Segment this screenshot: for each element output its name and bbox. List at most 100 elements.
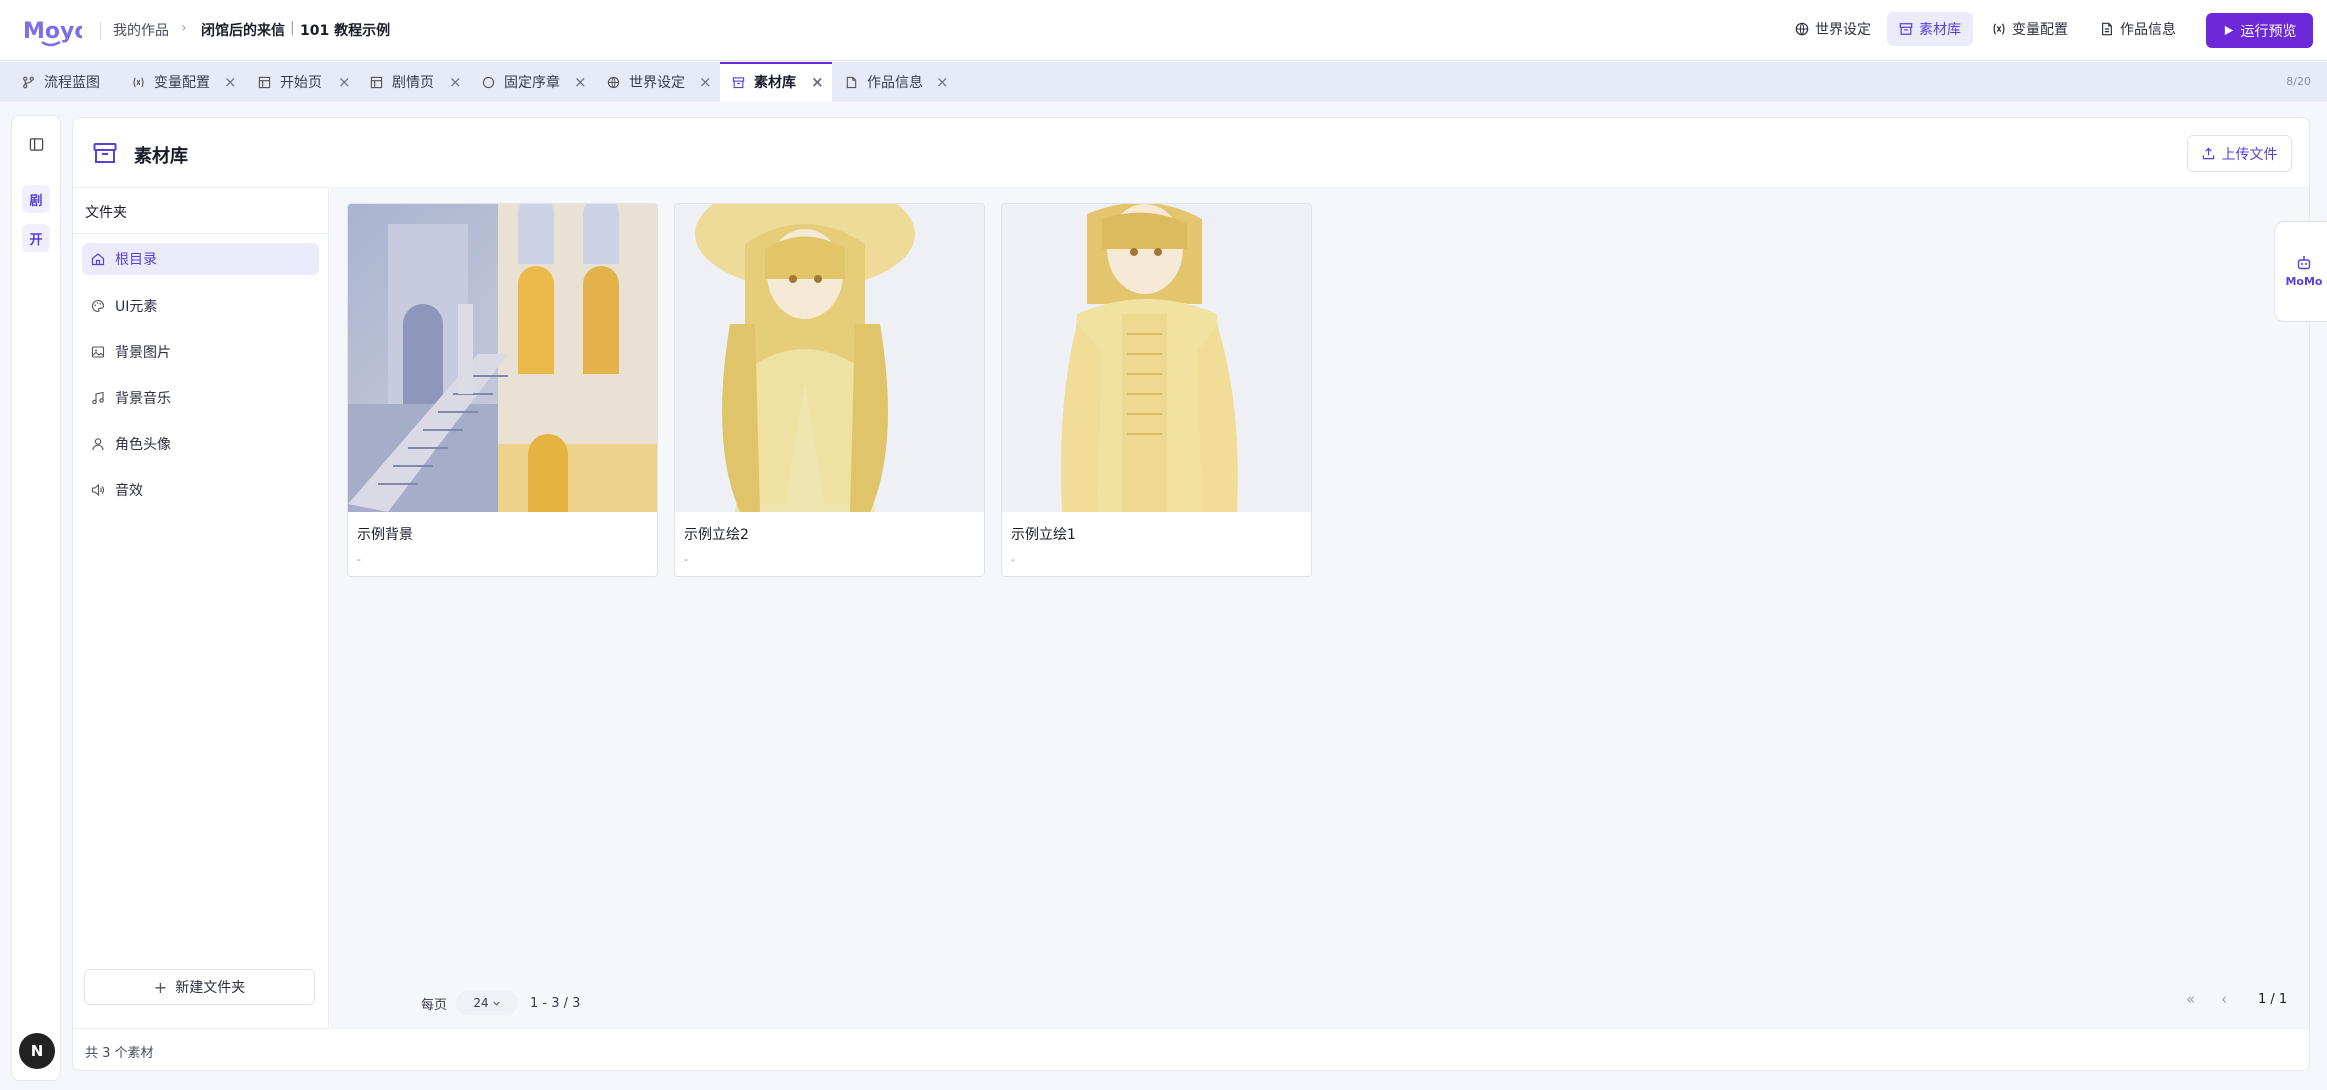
folder-item-label: 背景图片 [115, 345, 171, 361]
tab-variable-config[interactable]: 变量配置 × [132, 62, 242, 102]
nav-work-info-label: 作品信息 [2120, 22, 2176, 38]
asset-subtitle: - [684, 553, 688, 566]
sidebar-toggle-button[interactable] [22, 130, 50, 158]
folder-item-ui-elements[interactable]: UI元素 [82, 290, 319, 322]
branch-icon [23, 76, 34, 88]
layout-icon [258, 76, 271, 88]
close-icon[interactable]: × [574, 73, 587, 91]
first-page-icon[interactable]: « [2186, 990, 2195, 1008]
globe-icon [607, 76, 620, 88]
breadcrumb-project[interactable]: 闭馆后的来信 [201, 20, 285, 40]
folder-item-label: 角色头像 [115, 437, 171, 453]
folder-item-label: UI元素 [115, 299, 158, 315]
close-icon[interactable]: × [338, 73, 351, 91]
new-folder-label: 新建文件夹 [175, 980, 246, 996]
mini-sidebar: 剧 开 N [11, 115, 61, 1081]
tab-start-page[interactable]: 开始页 × [258, 62, 351, 102]
tab-fixed-prologue-label: 固定序章 [504, 75, 560, 91]
folder-item-background-images[interactable]: 背景图片 [82, 336, 319, 368]
breadcrumb-example: 101 教程示例 [300, 23, 391, 39]
breadcrumb-divider [100, 22, 101, 40]
tab-world-settings-label: 世界设定 [629, 75, 685, 91]
asset-thumbnail-background[interactable] [348, 204, 657, 512]
folder-title: 文件夹 [73, 188, 328, 234]
asset-card[interactable]: 示例立绘1 - [1001, 203, 1312, 577]
tab-asset-library[interactable]: 素材库 × [720, 62, 832, 102]
folder-item-label: 音效 [115, 483, 143, 499]
nav-work-info[interactable]: 作品信息 [2088, 12, 2188, 46]
folder-item-label: 根目录 [115, 252, 157, 268]
speaker-icon [91, 483, 105, 497]
archive-icon [732, 76, 745, 88]
layout-icon [370, 76, 383, 88]
folder-item-root[interactable]: 根目录 [82, 243, 319, 275]
new-folder-button[interactable]: + 新建文件夹 [84, 969, 315, 1005]
play-icon [2224, 25, 2233, 36]
page-indicator: 1 / 1 [2258, 992, 2288, 1007]
per-page-select[interactable]: 24 [456, 991, 519, 1015]
document-icon [2102, 22, 2112, 36]
run-preview-button[interactable]: 运行预览 [2206, 13, 2313, 48]
tab-bar: 流程蓝图 变量配置 × 开始页 × 剧情页 × 固定序章 × 世界设定 × 素材… [0, 62, 2327, 102]
breadcrumb-divider-bar: | [290, 20, 295, 36]
archive-icon [1899, 23, 1913, 35]
panel-header: 素材库 上传文件 [73, 118, 2309, 188]
mini-item-story[interactable]: 剧 [22, 185, 50, 213]
asset-thumbnail-character-2[interactable] [675, 204, 984, 512]
asset-library-panel: 素材库 上传文件 文件夹 根目录 UI元素 背景图片 背景音乐 角色头像 音效 … [72, 117, 2310, 1071]
tab-world-settings[interactable]: 世界设定 × [607, 62, 717, 102]
folder-item-character-avatars[interactable]: 角色头像 [82, 428, 319, 460]
nav-asset-library[interactable]: 素材库 [1887, 12, 1973, 46]
asset-name: 示例立绘1 [1011, 527, 1076, 543]
tab-flow-blueprint-label: 流程蓝图 [44, 75, 100, 91]
tab-story-page[interactable]: 剧情页 × [370, 62, 462, 102]
breadcrumb-my-works[interactable]: 我的作品 [113, 20, 169, 40]
close-icon[interactable]: × [936, 73, 949, 91]
tab-count: 8/20 [2286, 75, 2311, 88]
moyo-logo[interactable]: Moyo [22, 14, 82, 48]
home-icon [91, 253, 105, 266]
nav-variable-config[interactable]: 变量配置 [1980, 12, 2080, 46]
upload-file-button[interactable]: 上传文件 [2187, 135, 2292, 172]
tab-story-page-label: 剧情页 [392, 75, 434, 91]
globe-icon [1795, 22, 1809, 36]
chevron-down-icon [493, 1001, 500, 1006]
momo-label: MoMo [2285, 275, 2323, 288]
chevron-right-icon: › [181, 20, 187, 36]
asset-count: 共 3 个素材 [73, 1028, 2309, 1070]
mini-item-start[interactable]: 开 [22, 224, 50, 252]
folder-item-background-music[interactable]: 背景音乐 [82, 382, 319, 414]
nav-world-settings[interactable]: 世界设定 [1783, 12, 1883, 46]
asset-card[interactable]: 示例背景 - [347, 203, 658, 577]
top-bar: Moyo 我的作品 › 闭馆后的来信 | 101 教程示例 世界设定 素材库 变… [0, 0, 2327, 61]
close-icon[interactable]: × [224, 73, 237, 91]
pagination-controls: « ‹ 1 / 1 › » [2186, 990, 2309, 1014]
asset-subtitle: - [1011, 553, 1015, 566]
tab-fixed-prologue[interactable]: 固定序章 × [482, 62, 592, 102]
folder-item-label: 背景音乐 [115, 391, 171, 407]
asset-name: 示例背景 [357, 527, 413, 543]
per-page-label: 每页 [421, 997, 448, 1013]
circle-icon [482, 76, 495, 88]
tab-flow-blueprint[interactable]: 流程蓝图 [22, 62, 112, 102]
momo-assistant-button[interactable]: MoMo [2274, 221, 2327, 322]
close-icon[interactable]: × [699, 73, 712, 91]
music-icon [92, 391, 104, 405]
tab-variable-config-label: 变量配置 [154, 75, 210, 91]
upload-icon [2202, 147, 2214, 160]
close-icon[interactable]: × [811, 73, 824, 91]
variable-icon [1993, 23, 2005, 35]
per-page-value: 24 [473, 996, 489, 1010]
archive-icon [93, 143, 117, 163]
nav-variable-config-label: 变量配置 [2012, 22, 2068, 38]
close-icon[interactable]: × [449, 73, 462, 91]
avatar[interactable]: N [19, 1033, 55, 1069]
prev-page-icon[interactable]: ‹ [2221, 990, 2227, 1008]
tab-work-info[interactable]: 作品信息 × [845, 62, 955, 102]
palette-icon [92, 299, 105, 313]
folder-sidebar: 文件夹 根目录 UI元素 背景图片 背景音乐 角色头像 音效 + 新建文件夹 [73, 188, 329, 1028]
folder-item-sound-effects[interactable]: 音效 [82, 474, 319, 506]
asset-card[interactable]: 示例立绘2 - [674, 203, 985, 577]
user-icon [92, 438, 104, 451]
asset-thumbnail-character-1[interactable] [1002, 204, 1311, 512]
